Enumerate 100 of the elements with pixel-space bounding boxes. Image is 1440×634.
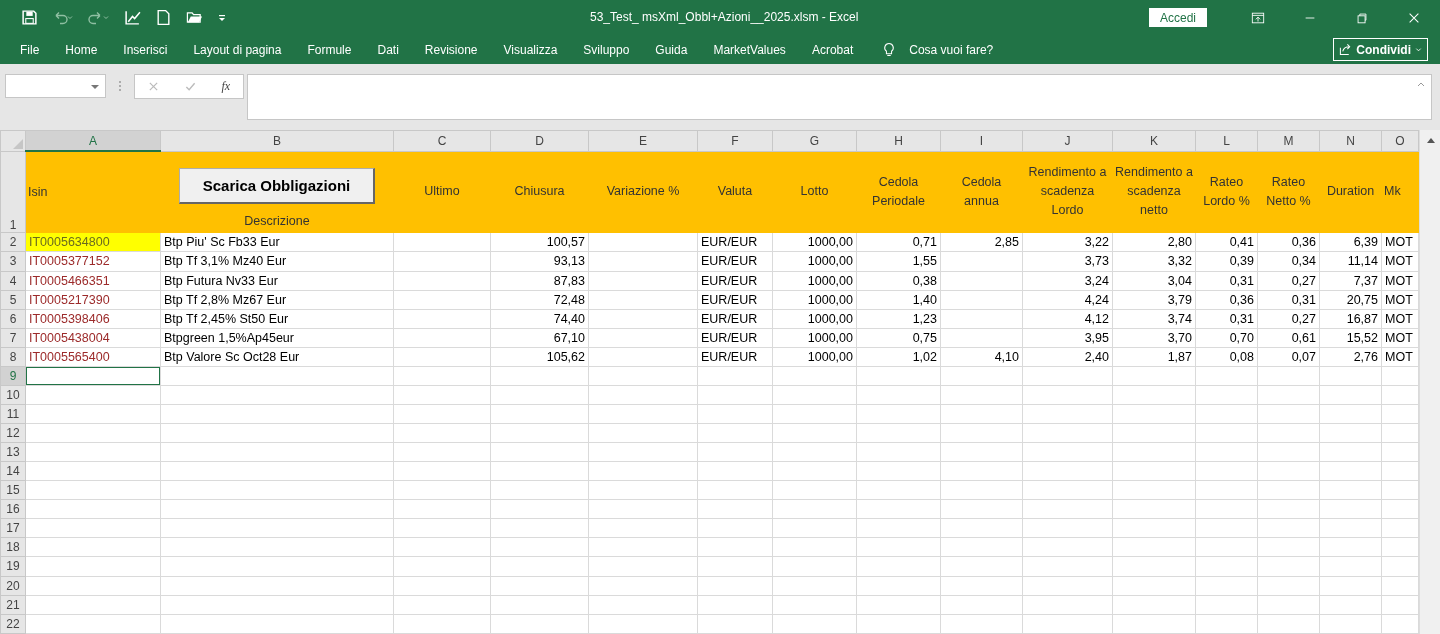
table-cell[interactable]: 0,71 (856, 232, 941, 252)
column-header[interactable]: M (1257, 130, 1320, 152)
table-cell[interactable]: 3,73 (1022, 251, 1113, 271)
ribbon-tab[interactable]: Acrobat (811, 42, 854, 57)
column-header[interactable]: H (856, 130, 941, 152)
formula-input[interactable] (247, 74, 1432, 120)
table-cell[interactable]: 3,32 (1112, 251, 1196, 271)
table-cell[interactable]: 6,39 (1319, 232, 1382, 252)
table-cell[interactable]: 105,62 (490, 347, 589, 367)
table-cell[interactable]: Btp Futura Nv33 Eur (160, 271, 394, 291)
column-header[interactable]: K (1112, 130, 1196, 152)
table-cell[interactable]: IT0005217390 (25, 290, 161, 310)
table-cell[interactable]: 15,52 (1319, 328, 1382, 348)
new-document-icon[interactable] (155, 9, 172, 26)
table-cell[interactable]: 2,80 (1112, 232, 1196, 252)
ribbon-display-icon[interactable] (1251, 10, 1265, 25)
table-cell[interactable]: Btp Tf 3,1% Mz40 Eur (160, 251, 394, 271)
table-cell[interactable]: 1000,00 (772, 328, 857, 348)
table-cell[interactable]: 0,31 (1257, 290, 1320, 310)
sign-in-button[interactable]: Accedi (1149, 8, 1207, 27)
table-cell[interactable]: 0,34 (1257, 251, 1320, 271)
collapse-icon[interactable] (1417, 81, 1425, 87)
table-cell[interactable]: 0,36 (1257, 232, 1320, 252)
active-cell[interactable] (25, 366, 161, 386)
table-cell[interactable]: Btp Valore Sc Oct28 Eur (160, 347, 394, 367)
column-header[interactable]: E (588, 130, 698, 152)
table-cell[interactable]: 3,22 (1022, 232, 1113, 252)
macro-button[interactable]: Scarica Obbligazioni (179, 167, 375, 204)
table-cell[interactable]: 7,37 (1319, 271, 1382, 291)
table-cell[interactable]: 0,41 (1195, 232, 1258, 252)
row-header[interactable]: 1 (0, 151, 26, 233)
folder-icon[interactable] (186, 9, 203, 26)
table-cell[interactable]: MOT (1381, 232, 1419, 252)
table-cell[interactable]: 100,57 (490, 232, 589, 252)
table-cell[interactable]: EUR/EUR (697, 251, 773, 271)
table-cell[interactable]: 1000,00 (772, 232, 857, 252)
table-cell[interactable]: 3,24 (1022, 271, 1113, 291)
table-cell[interactable]: 1,23 (856, 309, 941, 329)
table-cell[interactable]: 0,07 (1257, 347, 1320, 367)
column-header[interactable]: J (1022, 130, 1113, 152)
insert-function-button[interactable]: fx (221, 79, 231, 94)
table-cell[interactable]: Btpgreen 1,5%Ap45eur (160, 328, 394, 348)
table-cell[interactable]: 1,02 (856, 347, 941, 367)
ribbon-tab[interactable]: Visualizza (503, 42, 558, 57)
column-header[interactable]: O (1381, 130, 1419, 152)
column-header[interactable]: B (160, 130, 394, 152)
table-cell[interactable]: 16,87 (1319, 309, 1382, 329)
ribbon-tab[interactable]: Home (65, 42, 98, 57)
table-cell[interactable]: 0,36 (1195, 290, 1258, 310)
table-cell[interactable]: MOT (1381, 290, 1419, 310)
table-cell[interactable]: 2,76 (1319, 347, 1382, 367)
ribbon-tab[interactable]: Inserisci (123, 42, 168, 57)
table-cell[interactable]: 0,31 (1195, 271, 1258, 291)
table-cell[interactable]: 1,55 (856, 251, 941, 271)
table-cell[interactable]: IT0005438004 (25, 328, 161, 348)
table-cell[interactable]: 0,75 (856, 328, 941, 348)
table-cell[interactable]: 0,61 (1257, 328, 1320, 348)
column-header[interactable]: L (1195, 130, 1258, 152)
table-cell[interactable]: MOT (1381, 347, 1419, 367)
ribbon-tab[interactable]: MarketValues (713, 42, 786, 57)
table-cell[interactable]: 4,12 (1022, 309, 1113, 329)
table-cell[interactable]: MOT (1381, 251, 1419, 271)
table-cell[interactable]: 11,14 (1319, 251, 1382, 271)
table-cell[interactable]: 72,48 (490, 290, 589, 310)
table-cell[interactable]: 3,79 (1112, 290, 1196, 310)
ribbon-tab[interactable]: Dati (377, 42, 399, 57)
ribbon-tab[interactable]: Revisione (424, 42, 478, 57)
table-cell[interactable]: IT0005398406 (25, 309, 161, 329)
table-cell[interactable]: 1000,00 (772, 309, 857, 329)
table-cell[interactable]: 0,31 (1195, 309, 1258, 329)
table-cell[interactable]: MOT (1381, 271, 1419, 291)
table-cell[interactable]: 67,10 (490, 328, 589, 348)
table-cell[interactable]: 4,24 (1022, 290, 1113, 310)
table-cell[interactable]: 0,39 (1195, 251, 1258, 271)
table-cell[interactable]: 1000,00 (772, 271, 857, 291)
table-cell[interactable]: MOT (1381, 328, 1419, 348)
column-header[interactable]: G (772, 130, 857, 152)
table-cell[interactable]: IT0005377152 (25, 251, 161, 271)
table-cell[interactable]: 0,70 (1195, 328, 1258, 348)
lightbulb-icon[interactable] (883, 41, 896, 58)
table-cell[interactable]: 3,04 (1112, 271, 1196, 291)
column-header[interactable]: I (940, 130, 1023, 152)
table-cell[interactable]: 3,70 (1112, 328, 1196, 348)
table-cell[interactable]: 0,27 (1257, 309, 1320, 329)
table-cell[interactable]: EUR/EUR (697, 328, 773, 348)
table-cell[interactable]: Btp Tf 2,45% St50 Eur (160, 309, 394, 329)
ribbon-tab[interactable]: Layout di pagina (193, 42, 282, 57)
table-cell[interactable]: 1000,00 (772, 251, 857, 271)
restore-icon[interactable] (1355, 10, 1369, 25)
table-cell[interactable]: EUR/EUR (697, 290, 773, 310)
ribbon-tab[interactable]: File (20, 42, 40, 57)
customize-menu-icon[interactable] (217, 12, 227, 23)
column-header[interactable]: N (1319, 130, 1382, 152)
column-header[interactable]: F (697, 130, 773, 152)
column-header[interactable]: C (393, 130, 491, 152)
table-cell[interactable]: IT0005565400 (25, 347, 161, 367)
table-cell[interactable]: 3,95 (1022, 328, 1113, 348)
table-cell[interactable]: EUR/EUR (697, 232, 773, 252)
table-cell[interactable]: 2,40 (1022, 347, 1113, 367)
table-cell[interactable]: EUR/EUR (697, 309, 773, 329)
